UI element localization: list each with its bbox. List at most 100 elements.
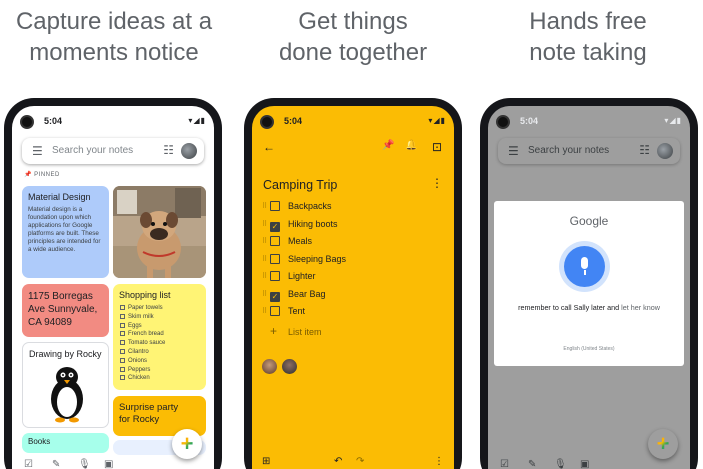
mic-button[interactable] [564, 246, 605, 287]
search-bar[interactable]: ☰ Search your notes ☷ [498, 138, 680, 164]
undo-icon[interactable]: ↶ [334, 456, 342, 467]
shopping-item[interactable]: Tomato sauce [120, 339, 165, 348]
image-icon[interactable]: ▣ [580, 459, 589, 469]
add-box-icon[interactable]: ⊞ [262, 456, 270, 467]
note-card-address[interactable]: 1175 Borregas Ave Sunnyvale, CA 94089 [22, 284, 109, 337]
item-label[interactable]: Tent [288, 306, 305, 316]
search-bar[interactable]: ☰ Search your notes ☷ [22, 138, 204, 164]
checklist-item[interactable]: ⠿ Backpacks [262, 201, 346, 219]
status-bar: 5:04 ▾◢▮ [488, 106, 690, 136]
shopping-item[interactable]: Cilantro [120, 348, 165, 357]
phone-screen: 5:04 ▾◢▮ ← 📌 🔔 ⊡ Camping Trip ⋮ ⠿ Backpac… [252, 106, 454, 469]
shopping-item[interactable]: Paper towels [120, 304, 165, 313]
plus-icon: + [648, 430, 678, 458]
search-input[interactable]: Search your notes [52, 145, 133, 156]
avatar[interactable] [181, 143, 197, 159]
pin-icon[interactable]: 📌 [382, 140, 394, 151]
phone-screen: 5:04 ▾◢▮ ☰ Search your notes ☷ Google re… [488, 106, 690, 469]
drag-handle-icon[interactable]: ⠿ [262, 202, 270, 210]
drag-handle-icon[interactable]: ⠿ [262, 290, 270, 298]
status-bar: 5:04 ▾◢▮ [252, 106, 454, 136]
checkbox[interactable] [270, 236, 280, 246]
checkbox-checked[interactable]: ✓ [270, 291, 280, 302]
pin-icon: 📌 [24, 172, 32, 178]
checkbox-checked[interactable]: ✓ [270, 221, 280, 232]
signal-battery-icon: ▾◢▮ [188, 116, 206, 125]
item-label[interactable]: Lighter [288, 271, 316, 281]
checkbox-icon[interactable]: ☑ [24, 459, 33, 469]
drag-handle-icon[interactable]: ⠿ [262, 237, 270, 245]
collaborator-avatar[interactable] [281, 358, 298, 375]
archive-icon[interactable]: ⊡ [432, 140, 442, 154]
more-options-icon[interactable]: ⋮ [434, 456, 444, 467]
mic-icon[interactable]: 🎙 [78, 459, 91, 469]
note-card-teal[interactable]: Books [22, 433, 109, 453]
more-options-icon[interactable]: ⋮ [431, 176, 443, 190]
checkbox[interactable] [270, 306, 280, 316]
checkbox[interactable] [120, 322, 125, 328]
checkbox[interactable] [120, 366, 125, 372]
checklist-item[interactable]: ⠿ Sleeping Bags [262, 253, 346, 272]
collaborator-avatar[interactable] [261, 358, 278, 375]
note-card-dog-photo[interactable] [113, 186, 206, 278]
shopping-item[interactable]: Skim milk [120, 313, 165, 322]
status-time: 5:04 [284, 116, 303, 126]
shopping-item[interactable]: Onions [120, 357, 165, 366]
shopping-item[interactable]: Eggs [120, 322, 165, 331]
checklist-item[interactable]: ⠿ Meals [262, 236, 346, 254]
checkbox[interactable] [270, 271, 280, 281]
checklist-item[interactable]: ⠿ Lighter [262, 271, 346, 289]
drag-handle-icon[interactable]: ⠿ [262, 307, 270, 315]
phone-notes-grid: 5:04 ▾◢▮ ☰ Search your notes ☷ 📌 PINNED … [4, 98, 222, 469]
headline-line: moments notice [29, 39, 199, 66]
drag-handle-icon[interactable]: ⠿ [262, 220, 270, 228]
back-arrow-icon[interactable]: ← [263, 140, 275, 154]
note-title[interactable]: Camping Trip [263, 178, 337, 192]
checklist-item[interactable]: ⠿ Tent [262, 306, 346, 324]
pinned-label: 📌 PINNED [24, 171, 60, 178]
checkbox[interactable] [120, 375, 125, 381]
item-label[interactable]: Sleeping Bags [288, 254, 346, 264]
item-label[interactable]: Backpacks [288, 201, 332, 211]
redo-icon[interactable]: ↷ [356, 456, 364, 467]
checkbox[interactable] [120, 340, 125, 346]
language-label[interactable]: English (United States) [494, 346, 684, 352]
menu-icon[interactable]: ☰ [508, 144, 519, 158]
reminder-bell-icon[interactable]: 🔔 [405, 140, 417, 151]
shopping-item[interactable]: French bread [120, 330, 165, 339]
address-line: Ave Sunnyvale, [28, 304, 98, 315]
checkbox[interactable] [120, 331, 125, 337]
shopping-item[interactable]: Peppers [120, 366, 165, 375]
image-icon[interactable]: ▣ [104, 459, 113, 469]
drag-handle-icon[interactable]: ⠿ [262, 272, 270, 280]
checkbox[interactable] [120, 357, 125, 363]
avatar[interactable] [657, 143, 673, 159]
checklist-item[interactable]: ⠿ ✓ Hiking boots [262, 219, 346, 237]
checkbox[interactable] [270, 253, 280, 264]
mic-icon[interactable]: 🎙 [554, 459, 567, 469]
item-label[interactable]: Meals [288, 236, 312, 246]
layout-toggle-icon[interactable]: ☷ [163, 143, 174, 157]
note-card-shopping[interactable]: Shopping list Paper towels Skim milk Egg… [113, 284, 206, 390]
item-label[interactable]: Hiking boots [288, 219, 338, 229]
note-title: Material Design [28, 192, 91, 202]
brush-icon[interactable]: ✎ [52, 459, 60, 469]
checkbox[interactable] [270, 201, 280, 211]
shopping-item[interactable]: Chicken [120, 374, 165, 383]
menu-icon[interactable]: ☰ [32, 144, 43, 158]
drag-handle-icon[interactable]: ⠿ [262, 255, 270, 263]
checkbox[interactable] [120, 348, 125, 354]
add-item-label[interactable]: List item [288, 327, 322, 337]
layout-toggle-icon[interactable]: ☷ [639, 143, 650, 157]
brush-icon[interactable]: ✎ [528, 459, 536, 469]
phone-checklist: 5:04 ▾◢▮ ← 📌 🔔 ⊡ Camping Trip ⋮ ⠿ Backpac… [244, 98, 462, 469]
item-label[interactable]: Bear Bag [288, 289, 326, 299]
checkbox-icon[interactable]: ☑ [500, 459, 509, 469]
add-list-item[interactable]: + List item [262, 324, 346, 342]
note-card-drawing[interactable]: Drawing by Rocky [22, 342, 109, 428]
checkbox[interactable] [120, 305, 125, 310]
checkbox[interactable] [120, 313, 125, 319]
checklist-item[interactable]: ⠿ ✓ Bear Bag [262, 289, 346, 307]
note-card-material[interactable]: Material Design Material design is a fou… [22, 186, 109, 278]
search-input[interactable]: Search your notes [528, 145, 609, 156]
